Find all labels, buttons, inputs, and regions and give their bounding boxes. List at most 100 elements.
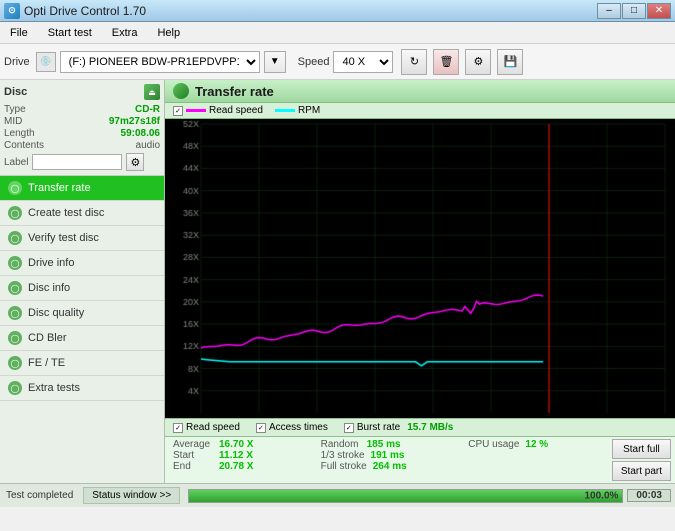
nav-item-cd-bler[interactable]: ◯ CD Bler xyxy=(0,326,164,351)
access-times-checkbox[interactable]: ✓ xyxy=(256,423,266,433)
stats-full-stroke-label: Full stroke xyxy=(321,461,367,472)
nav-label-drive-info: Drive info xyxy=(28,257,74,269)
nav-label-cd-bler: CD Bler xyxy=(28,332,67,344)
read-speed-checkbox-item: ✓ Read speed xyxy=(173,422,240,433)
legend-read-speed: ✓ Read speed xyxy=(173,105,263,116)
progress-text: 100.0% xyxy=(585,490,619,501)
menu-help[interactable]: Help xyxy=(151,25,186,41)
create-test-disc-icon: ◯ xyxy=(8,206,22,220)
stats-1-3-stroke-value: 191 ms xyxy=(371,450,405,461)
sidebar: Disc ⏏ Type CD-R MID 97m27s18f Length 59… xyxy=(0,80,165,483)
chart-canvas-container xyxy=(165,119,675,418)
nav-item-drive-info[interactable]: ◯ Drive info xyxy=(0,251,164,276)
chart-panel: Transfer rate ✓ Read speed RPM ✓ Read sp… xyxy=(165,80,675,483)
nav-item-disc-quality[interactable]: ◯ Disc quality xyxy=(0,301,164,326)
stats-middle-col: Random 185 ms 1/3 stroke 191 ms Full str… xyxy=(313,437,461,483)
stats-random-label: Random xyxy=(321,439,361,450)
burst-rate-value: 15.7 MB/s xyxy=(407,422,453,433)
read-speed-checkbox-label: Read speed xyxy=(186,422,240,433)
label-settings-button[interactable]: ⚙ xyxy=(126,153,144,171)
stats-end-label: End xyxy=(173,461,213,472)
nav-item-extra-tests[interactable]: ◯ Extra tests xyxy=(0,376,164,401)
menu-file[interactable]: File xyxy=(4,25,34,41)
progress-bar-container: 100.0% xyxy=(188,489,623,503)
disc-mid-value: 97m27s18f xyxy=(109,116,160,127)
drive-label: Drive xyxy=(4,56,30,68)
toolbar: Drive 💿 (F:) PIONEER BDW-PR1EPDVPP100 1.… xyxy=(0,44,675,80)
nav-label-disc-quality: Disc quality xyxy=(28,307,84,319)
status-window-button[interactable]: Status window >> xyxy=(83,487,180,504)
progress-bar xyxy=(189,490,622,502)
app-title: Opti Drive Control 1.70 xyxy=(24,4,146,18)
nav-label-verify-test-disc: Verify test disc xyxy=(28,232,99,244)
nav-item-create-test-disc[interactable]: ◯ Create test disc xyxy=(0,201,164,226)
menu-extra[interactable]: Extra xyxy=(106,25,144,41)
settings-button[interactable]: ⚙ xyxy=(465,49,491,75)
transfer-rate-icon: ◯ xyxy=(8,181,22,195)
stats-cpu-row: CPU usage 12 % xyxy=(468,439,600,450)
nav-item-verify-test-disc[interactable]: ◯ Verify test disc xyxy=(0,226,164,251)
fe-te-icon: ◯ xyxy=(8,356,22,370)
legend-read-speed-label: Read speed xyxy=(209,105,263,116)
save-button[interactable]: 💾 xyxy=(497,49,523,75)
chart-canvas xyxy=(165,119,675,418)
stats-end-value: 20.78 X xyxy=(219,461,253,472)
drive-refresh-button[interactable]: ▼ xyxy=(264,51,286,73)
stats-end-row: End 20.78 X xyxy=(173,461,305,472)
stats-full-stroke-value: 264 ms xyxy=(373,461,407,472)
start-part-button[interactable]: Start part xyxy=(612,461,671,481)
disc-label-label: Label xyxy=(4,157,28,168)
disc-contents-value: audio xyxy=(136,140,160,151)
stats-cpu-label: CPU usage xyxy=(468,439,519,450)
drive-select[interactable]: (F:) PIONEER BDW-PR1EPDVPP100 1.00 xyxy=(60,51,260,73)
nav-item-transfer-rate[interactable]: ◯ Transfer rate xyxy=(0,176,164,201)
drive-info-icon: ◯ xyxy=(8,256,22,270)
maximize-button[interactable]: □ xyxy=(622,3,646,19)
legend-rpm-label: RPM xyxy=(298,105,320,116)
legend-rpm: RPM xyxy=(275,105,320,116)
access-times-checkbox-label: Access times xyxy=(269,422,328,433)
stats-start-label: Start xyxy=(173,450,213,461)
disc-mid-label: MID xyxy=(4,116,22,127)
stats-left-col: Average 16.70 X Start 11.12 X End 20.78 … xyxy=(165,437,313,483)
disc-type-value: CD-R xyxy=(135,104,160,115)
chart-legend: ✓ Read speed RPM xyxy=(165,103,675,119)
disc-length-label: Length xyxy=(4,128,35,139)
access-times-checkbox-item: ✓ Access times xyxy=(256,422,328,433)
disc-info-icon: ◯ xyxy=(8,281,22,295)
menu-bar: File Start test Extra Help xyxy=(0,22,675,44)
start-full-button[interactable]: Start full xyxy=(612,439,671,459)
minimize-button[interactable]: – xyxy=(597,3,621,19)
legend-rpm-color xyxy=(275,109,295,112)
menu-start-test[interactable]: Start test xyxy=(42,25,98,41)
stats-checkboxes-row: ✓ Read speed ✓ Access times ✓ Burst rate… xyxy=(165,418,675,436)
stats-data-row: Average 16.70 X Start 11.12 X End 20.78 … xyxy=(165,436,675,483)
disc-eject-button[interactable]: ⏏ xyxy=(144,84,160,100)
nav-item-disc-info[interactable]: ◯ Disc info xyxy=(0,276,164,301)
chart-title-icon xyxy=(173,83,189,99)
stats-average-label: Average xyxy=(173,439,213,450)
nav-item-fe-te[interactable]: ◯ FE / TE xyxy=(0,351,164,376)
status-bar: Test completed Status window >> 100.0% 0… xyxy=(0,483,675,507)
extra-tests-icon: ◯ xyxy=(8,381,22,395)
disc-type-label: Type xyxy=(4,104,26,115)
close-button[interactable]: ✕ xyxy=(647,3,671,19)
stats-average-value: 16.70 X xyxy=(219,439,253,450)
nav-label-transfer-rate: Transfer rate xyxy=(28,182,91,194)
refresh-button[interactable]: ↻ xyxy=(401,49,427,75)
disc-label-input[interactable] xyxy=(32,154,122,170)
stats-cpu-value: 12 % xyxy=(525,439,548,450)
erase-button[interactable]: 🗑 xyxy=(433,49,459,75)
disc-quality-icon: ◯ xyxy=(8,306,22,320)
nav-label-disc-info: Disc info xyxy=(28,282,70,294)
legend-read-speed-checkbox[interactable]: ✓ xyxy=(173,106,183,116)
burst-rate-checkbox[interactable]: ✓ xyxy=(344,423,354,433)
stats-average-row: Average 16.70 X xyxy=(173,439,305,450)
stats-start-value: 11.12 X xyxy=(219,450,253,461)
nav-label-create-test-disc: Create test disc xyxy=(28,207,104,219)
chart-header: Transfer rate xyxy=(165,80,675,103)
speed-select[interactable]: 40 X xyxy=(333,51,393,73)
stats-right-col: CPU usage 12 % xyxy=(460,437,608,483)
read-speed-checkbox[interactable]: ✓ xyxy=(173,423,183,433)
stats-1-3-stroke-row: 1/3 stroke 191 ms xyxy=(321,450,453,461)
